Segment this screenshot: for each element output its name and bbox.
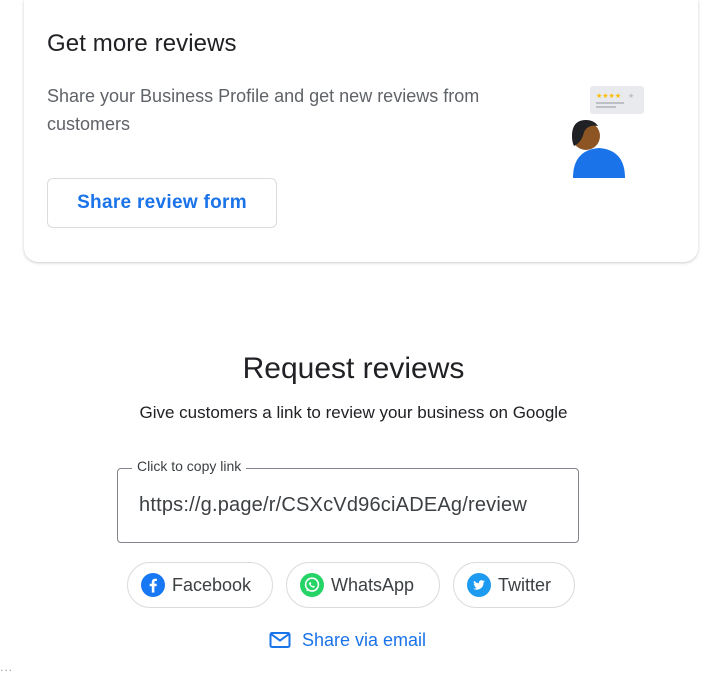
- share-via-email-link[interactable]: Share via email: [268, 626, 426, 654]
- review-link-field[interactable]: Click to copy link https://g.page/r/CSXc…: [117, 458, 579, 543]
- share-buttons-row: Facebook WhatsApp Twitter: [0, 562, 707, 608]
- page: Get more reviews Share your Business Pro…: [0, 0, 707, 679]
- twitter-icon: [467, 573, 491, 597]
- more-dots: ...: [0, 660, 14, 674]
- mail-icon: [268, 628, 292, 652]
- get-more-reviews-card: Get more reviews Share your Business Pro…: [24, 0, 698, 262]
- share-review-form-button[interactable]: Share review form: [47, 178, 277, 228]
- share-via-email-label: Share via email: [302, 629, 427, 650]
- review-link-value[interactable]: https://g.page/r/CSXcVd96ciADEAg/review: [139, 494, 527, 517]
- svg-text:★: ★: [628, 92, 634, 100]
- share-whatsapp-button[interactable]: WhatsApp: [286, 562, 440, 608]
- share-twitter-button[interactable]: Twitter: [453, 562, 575, 608]
- svg-text:★★★★: ★★★★: [596, 92, 621, 100]
- whatsapp-label: WhatsApp: [331, 574, 415, 595]
- request-reviews-subtitle: Give customers a link to review your bus…: [139, 403, 568, 422]
- share-facebook-button[interactable]: Facebook: [127, 562, 273, 608]
- twitter-label: Twitter: [498, 574, 552, 595]
- facebook-label: Facebook: [172, 574, 252, 595]
- facebook-icon: [141, 573, 165, 597]
- link-field-label: Click to copy link: [132, 458, 247, 474]
- card-title: Get more reviews: [47, 30, 237, 57]
- reviewer-illustration: ★★★★ ★: [572, 86, 644, 178]
- request-reviews-title: Request reviews: [242, 352, 465, 385]
- card-description: Share your Business Profile and get new …: [47, 86, 480, 134]
- whatsapp-icon: [300, 573, 324, 597]
